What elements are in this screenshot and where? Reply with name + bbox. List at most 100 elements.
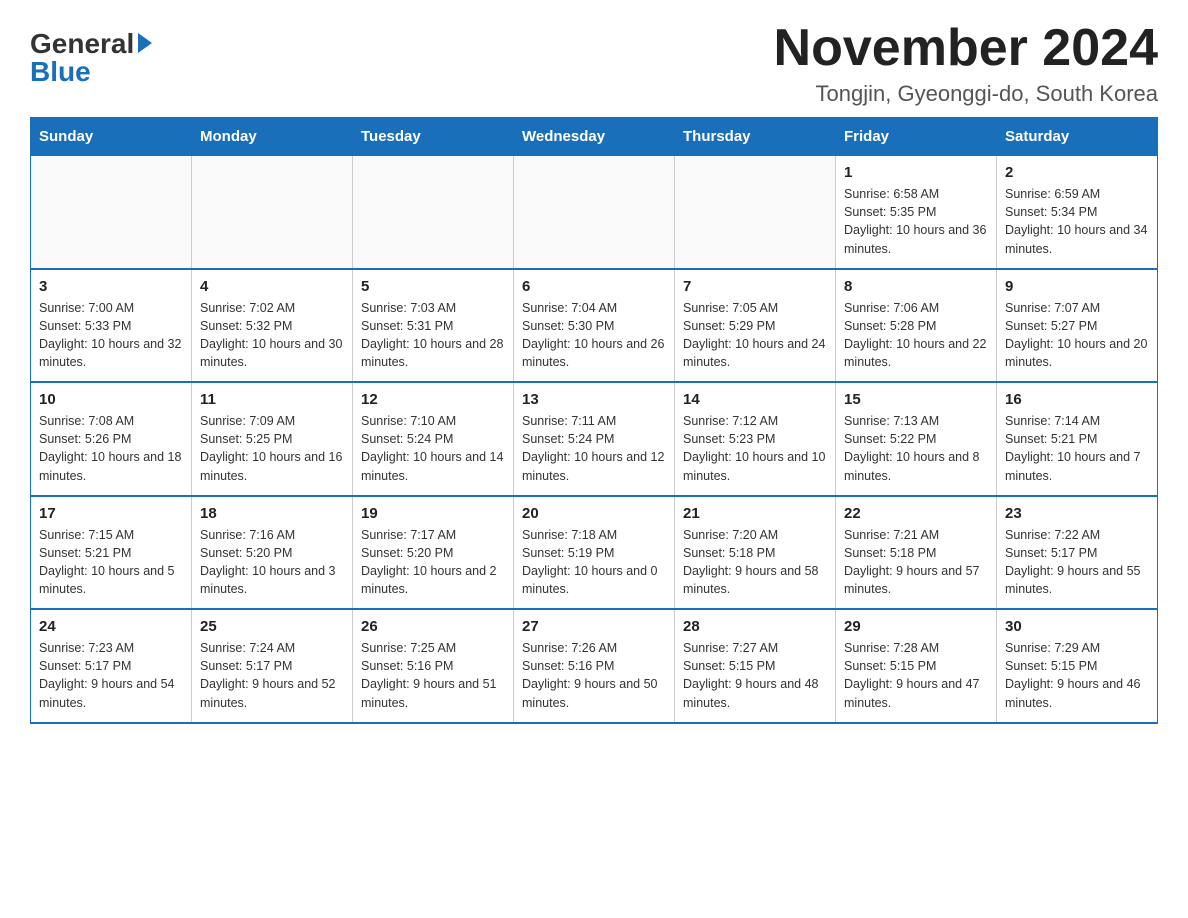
day-number: 5 bbox=[361, 278, 505, 295]
calendar-cell: 24Sunrise: 7:23 AMSunset: 5:17 PMDayligh… bbox=[31, 609, 192, 723]
calendar-cell: 15 Sunrise: 7:13 AMSunset: 5:22 PMDayligh… bbox=[836, 382, 997, 496]
day-info: Sunrise: 7:14 AMSunset: 5:21 PMDaylight:… bbox=[1005, 412, 1149, 485]
calendar-week-row: 1 Sunrise: 6:58 AMSunset: 5:35 PMDaylight… bbox=[31, 156, 1158, 269]
day-info: Sunrise: 7:29 AMSunset: 5:15 PMDaylight:… bbox=[1005, 639, 1149, 712]
calendar-cell bbox=[31, 156, 192, 269]
day-number: 23 bbox=[1005, 505, 1149, 522]
calendar-cell bbox=[514, 156, 675, 269]
calendar-cell: 26 Sunrise: 7:25 AMSunset: 5:16 PMDayligh… bbox=[353, 609, 514, 723]
day-number: 6 bbox=[522, 278, 666, 295]
calendar-cell: 2Sunrise: 6:59 AMSunset: 5:34 PMDaylight… bbox=[997, 156, 1158, 269]
logo-blue-text: Blue bbox=[30, 58, 91, 86]
calendar-cell: 22 Sunrise: 7:21 AMSunset: 5:18 PMDayligh… bbox=[836, 496, 997, 610]
weekday-header-saturday: Saturday bbox=[997, 118, 1158, 156]
calendar-cell bbox=[675, 156, 836, 269]
calendar-cell: 27 Sunrise: 7:26 AMSunset: 5:16 PMDayligh… bbox=[514, 609, 675, 723]
calendar-cell: 9 Sunrise: 7:07 AMSunset: 5:27 PMDaylight… bbox=[997, 269, 1158, 383]
day-number: 1 bbox=[844, 164, 988, 181]
day-info: Sunrise: 7:03 AMSunset: 5:31 PMDaylight:… bbox=[361, 299, 505, 372]
day-info: Sunrise: 7:26 AMSunset: 5:16 PMDaylight:… bbox=[522, 639, 666, 712]
weekday-header-monday: Monday bbox=[192, 118, 353, 156]
calendar-week-row: 17 Sunrise: 7:15 AMSunset: 5:21 PMDayligh… bbox=[31, 496, 1158, 610]
calendar-cell: 1 Sunrise: 6:58 AMSunset: 5:35 PMDaylight… bbox=[836, 156, 997, 269]
calendar-cell: 25 Sunrise: 7:24 AMSunset: 5:17 PMDayligh… bbox=[192, 609, 353, 723]
calendar-cell: 6Sunrise: 7:04 AMSunset: 5:30 PMDaylight… bbox=[514, 269, 675, 383]
weekday-header-friday: Friday bbox=[836, 118, 997, 156]
weekday-header-wednesday: Wednesday bbox=[514, 118, 675, 156]
day-info: Sunrise: 7:09 AMSunset: 5:25 PMDaylight:… bbox=[200, 412, 344, 485]
day-number: 15 bbox=[844, 391, 988, 408]
calendar-cell: 13 Sunrise: 7:11 AMSunset: 5:24 PMDayligh… bbox=[514, 382, 675, 496]
weekday-header-thursday: Thursday bbox=[675, 118, 836, 156]
calendar-cell: 18 Sunrise: 7:16 AMSunset: 5:20 PMDayligh… bbox=[192, 496, 353, 610]
logo: General Blue bbox=[30, 30, 152, 86]
header: General Blue November 2024 Tongjin, Gyeo… bbox=[30, 20, 1158, 107]
day-info: Sunrise: 7:08 AMSunset: 5:26 PMDaylight:… bbox=[39, 412, 183, 485]
calendar-cell: 19Sunrise: 7:17 AMSunset: 5:20 PMDayligh… bbox=[353, 496, 514, 610]
day-number: 14 bbox=[683, 391, 827, 408]
day-info: Sunrise: 7:27 AMSunset: 5:15 PMDaylight:… bbox=[683, 639, 827, 712]
calendar-cell: 12 Sunrise: 7:10 AMSunset: 5:24 PMDayligh… bbox=[353, 382, 514, 496]
calendar-cell: 14 Sunrise: 7:12 AMSunset: 5:23 PMDayligh… bbox=[675, 382, 836, 496]
calendar-cell: 21 Sunrise: 7:20 AMSunset: 5:18 PMDayligh… bbox=[675, 496, 836, 610]
day-number: 12 bbox=[361, 391, 505, 408]
day-number: 9 bbox=[1005, 278, 1149, 295]
calendar-week-row: 24Sunrise: 7:23 AMSunset: 5:17 PMDayligh… bbox=[31, 609, 1158, 723]
calendar-cell: 23Sunrise: 7:22 AMSunset: 5:17 PMDayligh… bbox=[997, 496, 1158, 610]
day-info: Sunrise: 7:11 AMSunset: 5:24 PMDaylight:… bbox=[522, 412, 666, 485]
day-info: Sunrise: 6:59 AMSunset: 5:34 PMDaylight:… bbox=[1005, 185, 1149, 258]
day-number: 30 bbox=[1005, 618, 1149, 635]
calendar-cell: 28 Sunrise: 7:27 AMSunset: 5:15 PMDayligh… bbox=[675, 609, 836, 723]
logo-general-text: General bbox=[30, 30, 152, 58]
day-number: 21 bbox=[683, 505, 827, 522]
day-info: Sunrise: 6:58 AMSunset: 5:35 PMDaylight:… bbox=[844, 185, 988, 258]
day-info: Sunrise: 7:12 AMSunset: 5:23 PMDaylight:… bbox=[683, 412, 827, 485]
weekday-header-tuesday: Tuesday bbox=[353, 118, 514, 156]
day-number: 11 bbox=[200, 391, 344, 408]
day-number: 22 bbox=[844, 505, 988, 522]
weekday-header-sunday: Sunday bbox=[31, 118, 192, 156]
calendar-cell: 17 Sunrise: 7:15 AMSunset: 5:21 PMDayligh… bbox=[31, 496, 192, 610]
calendar-cell bbox=[192, 156, 353, 269]
day-number: 24 bbox=[39, 618, 183, 635]
day-number: 28 bbox=[683, 618, 827, 635]
day-info: Sunrise: 7:10 AMSunset: 5:24 PMDaylight:… bbox=[361, 412, 505, 485]
day-info: Sunrise: 7:18 AMSunset: 5:19 PMDaylight:… bbox=[522, 526, 666, 599]
calendar-cell: 11 Sunrise: 7:09 AMSunset: 5:25 PMDayligh… bbox=[192, 382, 353, 496]
day-info: Sunrise: 7:16 AMSunset: 5:20 PMDaylight:… bbox=[200, 526, 344, 599]
day-number: 19 bbox=[361, 505, 505, 522]
day-info: Sunrise: 7:21 AMSunset: 5:18 PMDaylight:… bbox=[844, 526, 988, 599]
day-number: 17 bbox=[39, 505, 183, 522]
day-info: Sunrise: 7:06 AMSunset: 5:28 PMDaylight:… bbox=[844, 299, 988, 372]
day-number: 8 bbox=[844, 278, 988, 295]
day-number: 10 bbox=[39, 391, 183, 408]
title-area: November 2024 Tongjin, Gyeonggi-do, Sout… bbox=[774, 20, 1158, 107]
day-number: 25 bbox=[200, 618, 344, 635]
day-info: Sunrise: 7:13 AMSunset: 5:22 PMDaylight:… bbox=[844, 412, 988, 485]
day-number: 20 bbox=[522, 505, 666, 522]
day-info: Sunrise: 7:02 AMSunset: 5:32 PMDaylight:… bbox=[200, 299, 344, 372]
calendar-cell: 5 Sunrise: 7:03 AMSunset: 5:31 PMDaylight… bbox=[353, 269, 514, 383]
day-number: 29 bbox=[844, 618, 988, 635]
day-number: 16 bbox=[1005, 391, 1149, 408]
day-info: Sunrise: 7:15 AMSunset: 5:21 PMDaylight:… bbox=[39, 526, 183, 599]
day-number: 26 bbox=[361, 618, 505, 635]
day-number: 18 bbox=[200, 505, 344, 522]
location-subtitle: Tongjin, Gyeonggi-do, South Korea bbox=[774, 81, 1158, 107]
day-info: Sunrise: 7:05 AMSunset: 5:29 PMDaylight:… bbox=[683, 299, 827, 372]
logo-triangle-icon bbox=[138, 33, 152, 53]
day-info: Sunrise: 7:20 AMSunset: 5:18 PMDaylight:… bbox=[683, 526, 827, 599]
day-info: Sunrise: 7:25 AMSunset: 5:16 PMDaylight:… bbox=[361, 639, 505, 712]
day-number: 7 bbox=[683, 278, 827, 295]
day-number: 13 bbox=[522, 391, 666, 408]
day-info: Sunrise: 7:07 AMSunset: 5:27 PMDaylight:… bbox=[1005, 299, 1149, 372]
day-info: Sunrise: 7:28 AMSunset: 5:15 PMDaylight:… bbox=[844, 639, 988, 712]
calendar-cell: 10 Sunrise: 7:08 AMSunset: 5:26 PMDayligh… bbox=[31, 382, 192, 496]
day-number: 3 bbox=[39, 278, 183, 295]
calendar-header-row: SundayMondayTuesdayWednesdayThursdayFrid… bbox=[31, 118, 1158, 156]
day-number: 27 bbox=[522, 618, 666, 635]
calendar-cell: 20 Sunrise: 7:18 AMSunset: 5:19 PMDayligh… bbox=[514, 496, 675, 610]
calendar-cell: 30 Sunrise: 7:29 AMSunset: 5:15 PMDayligh… bbox=[997, 609, 1158, 723]
calendar-cell: 16 Sunrise: 7:14 AMSunset: 5:21 PMDayligh… bbox=[997, 382, 1158, 496]
day-info: Sunrise: 7:24 AMSunset: 5:17 PMDaylight:… bbox=[200, 639, 344, 712]
